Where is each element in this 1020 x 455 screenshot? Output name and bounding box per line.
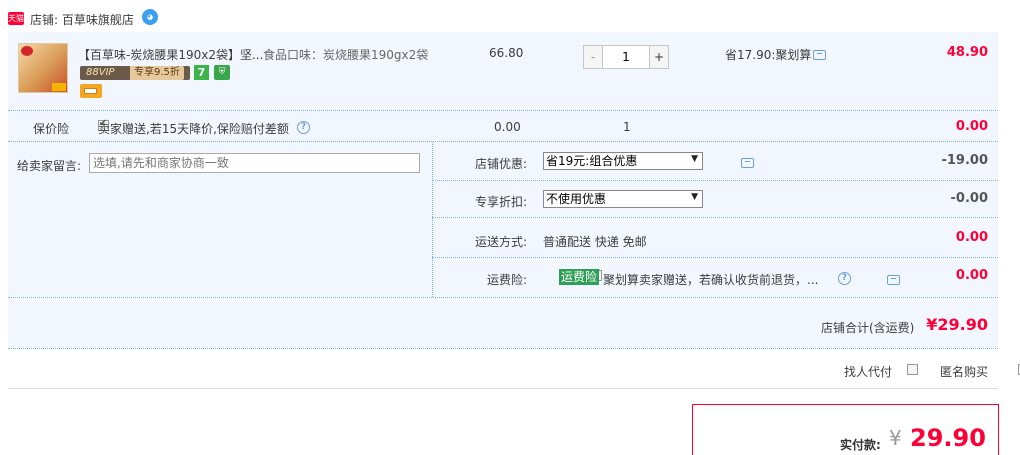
freight-insurance-tag: 运费险 (559, 269, 600, 285)
price-sticker (52, 83, 66, 91)
shop-discount-label: 店铺优惠: (475, 157, 528, 171)
shipping-value: 普通配送 快递 免邮 (543, 235, 647, 249)
item-discount: 省17.90:聚划算 (725, 48, 812, 62)
quantity-plus-button[interactable]: + (649, 46, 668, 68)
freight-insurance-amount: 0.00 (955, 268, 988, 283)
insurance-total: 0.00 (955, 119, 988, 134)
freight-insurance-label: 运费险: (487, 273, 528, 287)
discount-info-icon[interactable] (813, 50, 826, 60)
vip-tag: 88VIP 专享9.5折 (80, 66, 190, 80)
tmall-badge: 天猫 (8, 12, 24, 25)
card-icon (80, 84, 102, 98)
options-divider-2 (432, 217, 998, 218)
exclusive-discount-label: 专享折扣: (475, 195, 528, 209)
freight-insurance-text: 聚划算卖家赠送，若确认收货前退货，... (603, 273, 819, 287)
item-total: 48.90 (946, 45, 988, 60)
freight-insurance-info-icon[interactable] (887, 275, 901, 285)
shipping-amount: 0.00 (955, 230, 988, 245)
payment-amount: 29.90 (910, 424, 986, 452)
options-divider-1 (432, 180, 998, 181)
shop-discount-amount: -19.00 (941, 153, 988, 168)
options-vertical-divider (432, 142, 433, 297)
payment-box: 实付款: ¥ 29.90 (692, 404, 999, 455)
guarantee-icon: ⛨ (214, 65, 230, 80)
insurance-label: 保价险 (33, 122, 70, 136)
quantity-input[interactable]: 1 (603, 46, 649, 68)
shop-name[interactable]: 店铺: 百草味旗舰店 (30, 11, 134, 28)
insurance-qty: 1 (623, 120, 631, 134)
subtotal-value: ¥29.90 (926, 315, 988, 334)
insurance-price: 0.00 (494, 120, 521, 134)
shop-discount-select-wrap: 省19元:组合优惠 (543, 152, 703, 170)
message-label: 给卖家留言: (17, 159, 82, 173)
proxy-pay-checkbox[interactable] (907, 364, 919, 375)
item-divider (8, 110, 998, 111)
proxy-pay-label[interactable]: 找人代付 (844, 363, 892, 380)
subtotal-label: 店铺合计(含运费) (821, 321, 915, 335)
shipping-label: 运送方式: (475, 235, 528, 249)
quantity-stepper: - 1 + (583, 45, 669, 69)
exclusive-discount-amount: -0.00 (950, 191, 988, 206)
vip-logo: 88VIP (86, 67, 115, 78)
insurance-help-icon[interactable]: ? (297, 121, 310, 134)
seven-day-return-icon: 7 (194, 65, 209, 80)
subtotal-divider (8, 348, 998, 349)
insurance-text: 卖家赠送,若15天降价,保险赔付差额 (98, 122, 289, 136)
product-title[interactable]: 【百草味-炭烧腰果190x2袋】坚... (78, 46, 263, 63)
product-attr: 食品口味：炭烧腰果190gx2袋 (263, 48, 429, 62)
brand-logo-icon (21, 46, 33, 56)
quantity-minus-button[interactable]: - (584, 46, 603, 68)
message-input[interactable] (89, 153, 420, 173)
checks-divider (8, 388, 998, 389)
unit-price: 66.80 (489, 46, 524, 60)
vip-discount: 专享9.5折 (130, 66, 184, 80)
payment-currency: ¥ (889, 426, 902, 450)
freight-insurance-help-icon[interactable]: ? (838, 272, 851, 285)
anonymous-label[interactable]: 匿名购买 (940, 363, 988, 380)
exclusive-discount-select[interactable]: 不使用优惠 (543, 190, 703, 208)
options-divider-4 (8, 297, 998, 298)
product-image[interactable] (18, 43, 68, 93)
shop-discount-select[interactable]: 省19元:组合优惠 (543, 152, 703, 170)
options-divider-3 (432, 257, 998, 258)
exclusive-discount-select-wrap: 不使用优惠 (543, 190, 703, 208)
wangwang-icon[interactable]: ◕ (142, 9, 158, 25)
shop-discount-info-icon[interactable] (740, 158, 754, 168)
payment-label: 实付款: (840, 438, 881, 452)
